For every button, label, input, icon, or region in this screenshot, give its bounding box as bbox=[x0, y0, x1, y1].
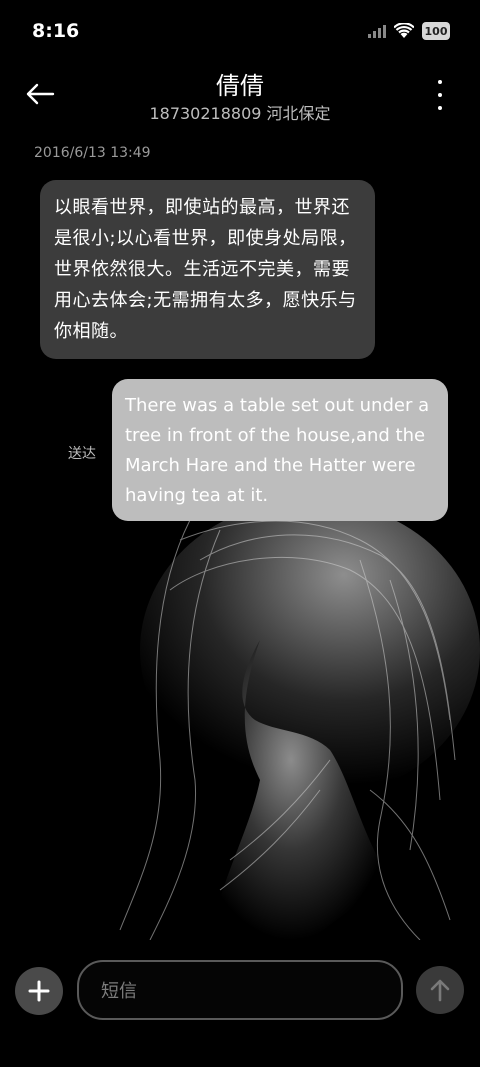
send-arrow-icon bbox=[430, 979, 450, 1002]
contact-number-location: 18730218809 河北保定 bbox=[149, 104, 331, 123]
conversation-screen: 8:16 100 倩倩 18730218809 河北保定 2016/6/13 1… bbox=[0, 0, 480, 1067]
add-attachment-button[interactable] bbox=[15, 967, 63, 1015]
message-input[interactable]: 短信 bbox=[77, 960, 403, 1020]
more-vertical-icon bbox=[438, 93, 442, 97]
signal-icon bbox=[368, 25, 386, 38]
plus-icon bbox=[28, 980, 50, 1002]
background-artwork bbox=[60, 500, 480, 940]
delivered-status: 送达 bbox=[68, 446, 96, 462]
outgoing-message-bubble[interactable]: There was a table set out under a tree i… bbox=[112, 379, 448, 521]
incoming-message-bubble[interactable]: 以眼看世界，即使站的最高，世界还是很小;以心看世界，即使身处局限，世界依然很大。… bbox=[40, 180, 375, 359]
message-composer: 短信 bbox=[0, 958, 480, 1024]
wifi-icon bbox=[394, 23, 414, 38]
more-vertical-icon bbox=[438, 80, 442, 84]
status-icons: 100 bbox=[368, 22, 450, 40]
contact-name: 倩倩 bbox=[216, 72, 264, 100]
conversation-header: 倩倩 18730218809 河北保定 bbox=[0, 62, 480, 132]
more-options-button[interactable] bbox=[434, 80, 446, 110]
status-bar: 8:16 100 bbox=[0, 0, 480, 64]
status-time: 8:16 bbox=[32, 20, 80, 42]
battery-icon: 100 bbox=[422, 22, 450, 40]
message-input-placeholder: 短信 bbox=[101, 981, 137, 1002]
send-button[interactable] bbox=[416, 966, 464, 1014]
message-timestamp: 2016/6/13 13:49 bbox=[34, 145, 151, 161]
more-vertical-icon bbox=[438, 106, 442, 110]
